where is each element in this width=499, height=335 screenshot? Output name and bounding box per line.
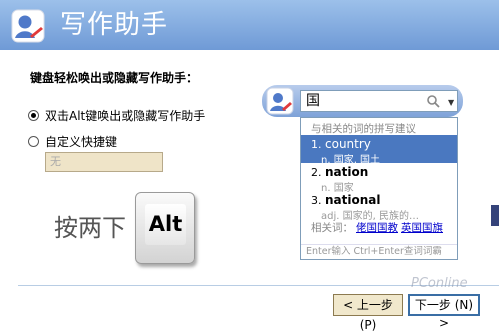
related-label: 相关词： — [311, 222, 353, 234]
title-banner: 写作助手 — [0, 0, 499, 50]
suggestion-index: 1. — [311, 138, 322, 151]
suggestion-word: national — [325, 193, 381, 207]
related-words: 相关词： 佬国国教 英国国旗 — [301, 220, 457, 235]
radio-unselected-icon[interactable] — [28, 136, 39, 147]
suggestion-item[interactable]: 2. nation n. 国家 — [301, 163, 457, 194]
page-title: 写作助手 — [60, 10, 169, 40]
suggestion-word: nation — [325, 165, 369, 179]
related-link[interactable]: 佬国国教 — [356, 222, 398, 234]
option-custom-shortcut[interactable]: 自定义快捷键 — [28, 133, 117, 150]
ime-logo-icon — [266, 87, 294, 115]
suggestion-panel: 与相关的词的拼写建议 1. country n. 国家, 国土 2. natio… — [300, 117, 458, 260]
alt-key-illustration: Alt — [135, 192, 195, 264]
watermark: PConline — [411, 276, 468, 291]
ime-footer-hint: Enter输入 Ctrl+Enter查词词霸 — [301, 244, 457, 259]
back-button[interactable]: < 上一步 (P) — [333, 294, 403, 332]
double-press-hint: 按两下 — [54, 214, 126, 242]
suggestion-item[interactable]: 1. country n. 国家, 国土 — [301, 135, 457, 166]
shortcut-prompt: 键盘轻松唤出或隐藏写作助手： — [30, 71, 199, 85]
suggestion-meaning: adj. 国家的, 民族的… — [321, 211, 419, 222]
radio-selected-icon[interactable] — [28, 110, 39, 121]
chevron-down-icon[interactable]: ▼ — [448, 98, 454, 107]
edge-decoration — [491, 205, 499, 226]
suggestion-item[interactable]: 3. national adj. 国家的, 民族的… — [301, 191, 457, 222]
suggestion-index: 3. — [311, 194, 322, 207]
writing-assistant-logo-icon — [11, 9, 45, 43]
next-button[interactable]: 下一步 (N) > — [408, 294, 480, 330]
search-icon[interactable] — [426, 94, 440, 108]
related-link[interactable]: 英国国旗 — [401, 222, 443, 234]
suggestion-header: 与相关的词的拼写建议 — [311, 123, 416, 135]
suggestion-index: 2. — [311, 166, 322, 179]
alt-key-label: Alt — [145, 204, 186, 245]
option-label: 自定义快捷键 — [45, 135, 118, 149]
option-label: 双击Alt键唤出或隐藏写作助手 — [45, 109, 206, 123]
option-double-alt[interactable]: 双击Alt键唤出或隐藏写作助手 — [28, 107, 205, 124]
custom-shortcut-field[interactable]: 无 — [45, 152, 163, 172]
suggestion-word: country — [325, 137, 371, 151]
